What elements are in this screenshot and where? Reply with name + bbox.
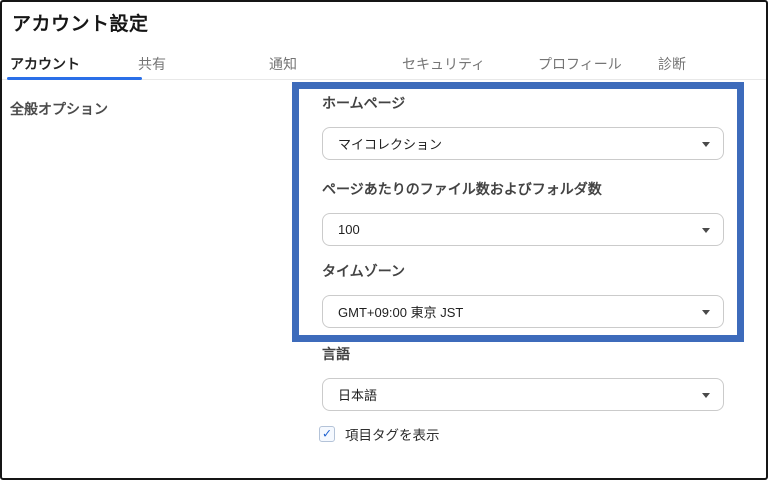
files-per-page-select-value: 100 — [338, 222, 360, 237]
caret-down-icon — [702, 227, 710, 233]
caret-down-icon — [702, 141, 710, 147]
show-item-tags-row: ✓ 項目タグを表示 — [319, 425, 440, 443]
check-icon: ✓ — [321, 426, 333, 441]
caret-down-icon — [702, 392, 710, 398]
timezone-select-value: GMT+09:00 東京 JST — [338, 305, 464, 320]
field-label-language: 言語 — [322, 346, 350, 362]
sidebar-item-general-options[interactable]: 全般オプション — [10, 99, 108, 119]
field-timezone: タイムゾーン GMT+09:00 東京 JST — [322, 263, 724, 328]
homepage-select[interactable]: マイコレクション — [322, 127, 724, 160]
homepage-select-value: マイコレクション — [338, 137, 443, 152]
show-item-tags-checkbox[interactable]: ✓ — [319, 426, 335, 442]
field-label-homepage: ホームページ — [322, 95, 406, 111]
tab-bar: アカウント 共有 通知 セキュリティ プロフィール 診断 — [2, 50, 766, 80]
caret-down-icon — [702, 309, 710, 315]
language-select-value: 日本語 — [338, 388, 378, 403]
field-homepage: ホームページ マイコレクション — [322, 95, 724, 160]
tab-diagnostics[interactable]: 診断 — [658, 54, 686, 74]
field-files-per-page: ページあたりのファイル数およびフォルダ数 100 — [322, 181, 724, 246]
tab-notifications[interactable]: 通知 — [269, 54, 297, 74]
field-label-files-per-page: ページあたりのファイル数およびフォルダ数 — [322, 181, 602, 197]
tab-sharing[interactable]: 共有 — [138, 54, 166, 74]
tab-security[interactable]: セキュリティ — [402, 54, 485, 74]
account-settings-page: アカウント設定 アカウント 共有 通知 セキュリティ プロフィール 診断 全般オ… — [0, 0, 768, 480]
field-language: 言語 日本語 — [322, 346, 724, 411]
tab-profile[interactable]: プロフィール — [538, 54, 622, 74]
tab-account[interactable]: アカウント — [10, 54, 80, 74]
files-per-page-select[interactable]: 100 — [322, 213, 724, 246]
timezone-select[interactable]: GMT+09:00 東京 JST — [322, 295, 724, 328]
show-item-tags-label: 項目タグを表示 — [345, 428, 440, 443]
language-select[interactable]: 日本語 — [322, 378, 724, 411]
active-tab-underline — [7, 77, 142, 80]
field-label-timezone: タイムゾーン — [322, 263, 406, 279]
page-title: アカウント設定 — [12, 14, 149, 35]
